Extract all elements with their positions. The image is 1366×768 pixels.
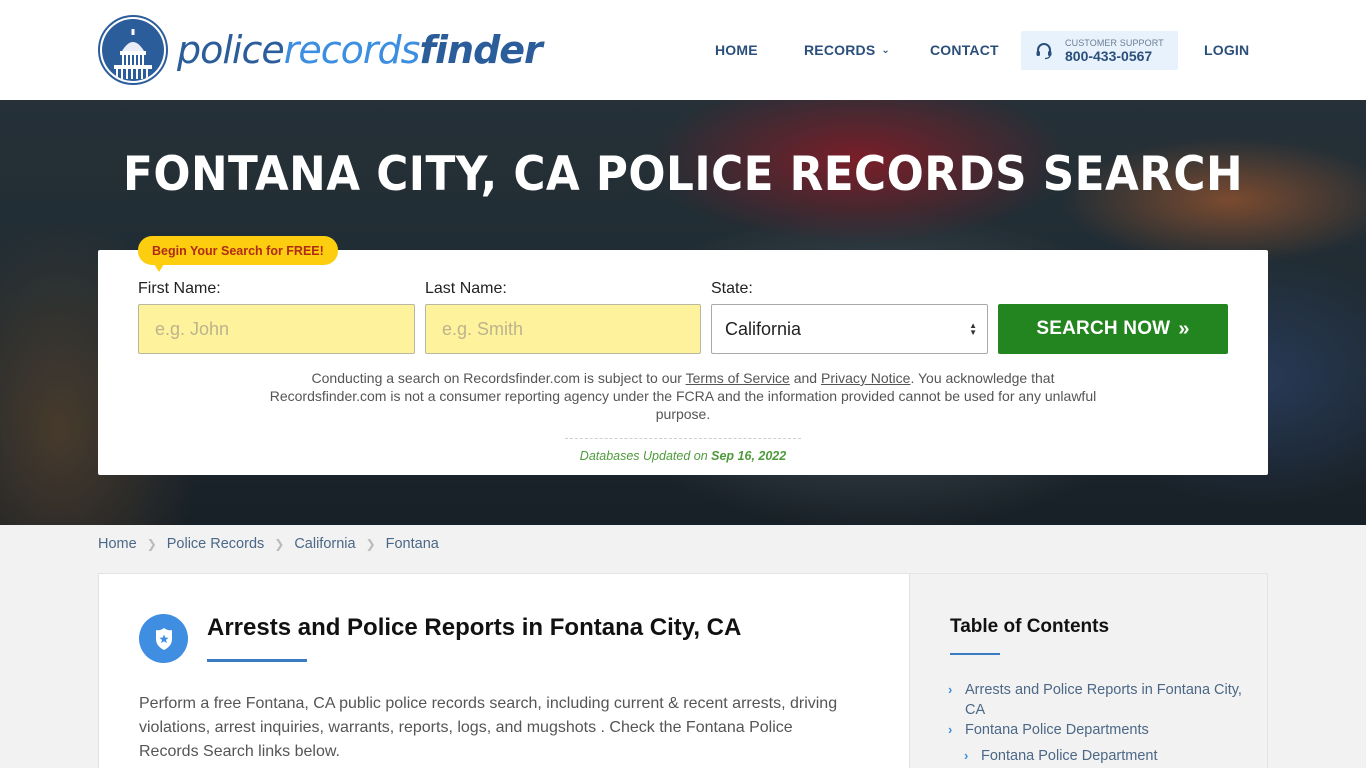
toc-item-label: Fontana Police Departments [965, 722, 1149, 738]
chevron-right-icon: ❯ [146, 537, 157, 551]
dashed-divider [565, 438, 801, 439]
chevron-right-icon: › [964, 748, 969, 763]
chevron-right-icon: › [948, 682, 953, 697]
hero-banner: FONTANA CITY, CA POLICE RECORDS SEARCH B… [0, 100, 1366, 525]
toc-item[interactable]: › Fontana Police Departments [948, 720, 1248, 740]
nav-contact[interactable]: CONTACT [930, 42, 999, 58]
toc-subitem[interactable]: › Fontana Police Department [964, 746, 1248, 766]
police-badge-icon [139, 614, 188, 663]
search-now-button[interactable]: SEARCH NOW » [998, 304, 1228, 354]
toc-item-label: Fontana Police Department [981, 748, 1158, 764]
search-now-label: SEARCH NOW [1036, 318, 1171, 339]
page-title: FONTANA CITY, CA POLICE RECORDS SEARCH [122, 147, 1244, 202]
title-underline [207, 659, 307, 662]
search-disclaimer: Conducting a search on Recordsfinder.com… [255, 369, 1111, 423]
support-phone[interactable]: 800-433-0567 [1065, 48, 1164, 64]
capitol-seal-icon [98, 15, 168, 85]
breadcrumb-police-records[interactable]: Police Records [167, 536, 265, 552]
headset-icon [1036, 42, 1052, 59]
breadcrumb: Home ❯ Police Records ❯ California ❯ Fon… [0, 525, 1366, 563]
nav-home[interactable]: HOME [715, 42, 758, 58]
disclaimer-text-1: Conducting a search on Recordsfinder.com… [311, 370, 686, 386]
breadcrumb-fontana[interactable]: Fontana [386, 536, 439, 552]
chevron-right-icon: › [948, 722, 953, 737]
toc-item-label: Arrests and Police Reports in Fontana Ci… [965, 682, 1242, 718]
logo-part-records: records [283, 28, 421, 72]
table-of-contents: Table of Contents › Arrests and Police R… [910, 573, 1268, 768]
support-label: CUSTOMER SUPPORT [1065, 37, 1164, 48]
nav-records-dropdown[interactable]: RECORDS ⌄ [804, 42, 890, 58]
nav-records-label: RECORDS [804, 42, 876, 58]
site-logo[interactable]: policerecordsfinder [98, 15, 543, 85]
database-updated-note: Databases Updated on Sep 16, 2022 [0, 449, 1366, 463]
db-updated-date: Sep 16, 2022 [711, 449, 787, 463]
breadcrumb-california[interactable]: California [294, 536, 355, 552]
state-select[interactable]: California ▲ ▼ [711, 304, 988, 354]
chevron-right-icon: ❯ [365, 537, 376, 551]
privacy-notice-link[interactable]: Privacy Notice [821, 370, 910, 386]
first-name-label: First Name: [138, 280, 221, 297]
db-updated-label: Databases Updated on [579, 449, 712, 463]
chevron-right-icon: ❯ [274, 537, 285, 551]
toc-item[interactable]: › Arrests and Police Reports in Fontana … [948, 680, 1248, 720]
terms-of-service-link[interactable]: Terms of Service [686, 370, 790, 386]
state-label: State: [711, 280, 753, 297]
nav-login[interactable]: LOGIN [1204, 42, 1249, 58]
toc-title: Table of Contents [950, 616, 1110, 637]
first-name-input[interactable] [138, 304, 415, 354]
last-name-label: Last Name: [425, 280, 507, 297]
site-header: policerecordsfinder HOME RECORDS ⌄ CONTA… [0, 0, 1366, 100]
section-body: Perform a free Fontana, CA public police… [139, 695, 838, 760]
breadcrumb-home[interactable]: Home [98, 536, 137, 552]
chevron-down-icon: ⌄ [881, 44, 891, 56]
toc-title-underline [950, 653, 1000, 655]
state-select-value: California [725, 318, 802, 339]
section-title: Arrests and Police Reports in Fontana Ci… [207, 614, 742, 641]
logo-wordmark: policerecordsfinder [177, 28, 543, 72]
disclaimer-text-2: and [789, 370, 821, 386]
search-form-card [98, 250, 1268, 475]
select-updown-icon: ▲ ▼ [969, 321, 977, 337]
free-search-badge: Begin Your Search for FREE! [138, 236, 338, 272]
last-name-input[interactable] [425, 304, 701, 354]
main-content: Arrests and Police Reports in Fontana Ci… [98, 573, 910, 768]
customer-support-box[interactable]: CUSTOMER SUPPORT 800-433-0567 [1021, 31, 1178, 70]
double-chevron-right-icon: » [1178, 317, 1190, 340]
toc-list: › Arrests and Police Reports in Fontana … [948, 680, 1248, 766]
logo-part-police: police [177, 28, 285, 72]
logo-part-finder: finder [419, 28, 542, 72]
